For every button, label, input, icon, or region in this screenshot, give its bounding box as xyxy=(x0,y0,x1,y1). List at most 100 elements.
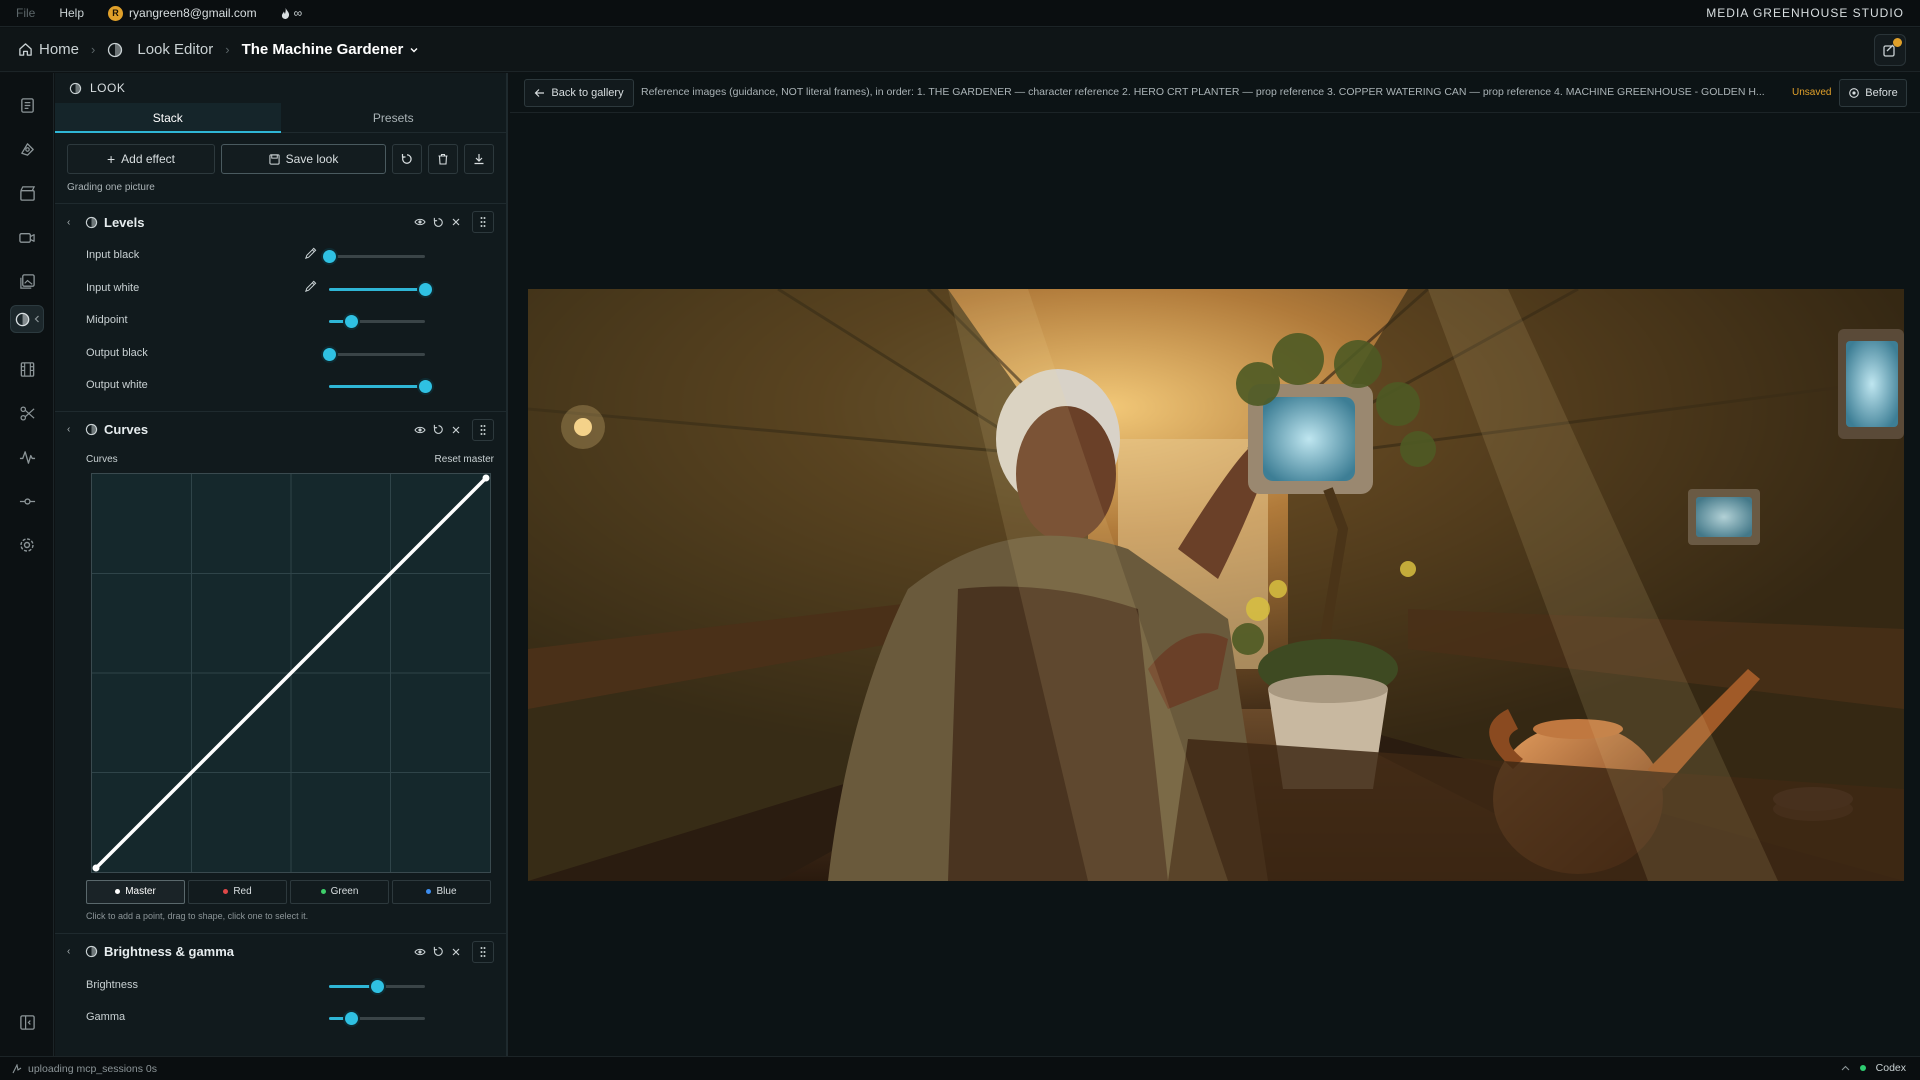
channel-green[interactable]: Green xyxy=(290,879,389,904)
reset-master-button[interactable]: Reset master xyxy=(435,454,494,465)
codex-label[interactable]: Codex xyxy=(1876,1062,1906,1074)
chevron-down-icon xyxy=(410,47,418,52)
before-label: Before xyxy=(1865,87,1898,99)
chevron-left-icon xyxy=(34,315,39,323)
rail-look[interactable] xyxy=(10,305,44,333)
graded-image[interactable] xyxy=(528,289,1904,881)
slider-handle[interactable] xyxy=(371,979,384,993)
slider-midpoint: Midpoint xyxy=(55,305,506,338)
breadcrumb-home[interactable]: Home xyxy=(18,41,79,58)
eyedropper-icon[interactable] xyxy=(304,247,317,260)
download-button[interactable] xyxy=(464,144,494,174)
brightness-header[interactable]: ‹ Brightness & gamma xyxy=(55,934,506,970)
curve-point[interactable] xyxy=(482,474,490,481)
channel-blue[interactable]: Blue xyxy=(392,879,491,904)
rail-gallery[interactable] xyxy=(13,267,41,295)
close-icon[interactable] xyxy=(451,425,461,435)
rail-video[interactable] xyxy=(13,223,41,251)
curves-toolbar: Curves Reset master xyxy=(55,448,506,465)
save-look-button[interactable]: Save look xyxy=(221,144,386,174)
slider-track[interactable] xyxy=(329,380,432,393)
slider-handle[interactable] xyxy=(345,315,359,328)
notifications-button[interactable] xyxy=(1874,34,1906,66)
icon-rail xyxy=(0,73,54,1056)
rail-audio[interactable] xyxy=(13,443,41,471)
channel-label: Red xyxy=(233,886,252,897)
slider-output-black: Output black xyxy=(55,338,506,371)
close-icon[interactable] xyxy=(451,217,461,227)
chevron-up-icon[interactable] xyxy=(1841,1065,1850,1071)
rail-edit[interactable] xyxy=(13,399,41,427)
levels-header[interactable]: ‹ Levels xyxy=(55,204,506,240)
slider-track[interactable] xyxy=(329,1012,425,1025)
slider-handle[interactable] xyxy=(419,282,432,296)
rail-scenes[interactable] xyxy=(13,179,41,207)
slider-track[interactable] xyxy=(329,979,425,993)
drag-handle[interactable] xyxy=(472,418,494,441)
slider-input-black: Input black xyxy=(55,240,506,273)
slider-label: Brightness xyxy=(86,978,138,991)
collapse-panel-button[interactable] xyxy=(13,1008,41,1036)
reset-icon[interactable] xyxy=(433,946,444,957)
credits-indicator[interactable]: ∞ xyxy=(281,6,302,20)
rail-script[interactable] xyxy=(13,91,41,119)
channel-master[interactable]: Master xyxy=(86,879,185,904)
eye-icon[interactable] xyxy=(414,217,426,227)
menu-help[interactable]: Help xyxy=(59,6,84,20)
delete-button[interactable] xyxy=(428,144,458,174)
slider-gamma: Gamma xyxy=(55,1002,506,1035)
menu-file[interactable]: File xyxy=(16,6,35,20)
rail-settings[interactable] xyxy=(13,531,41,559)
breadcrumb-look-editor[interactable]: Look Editor xyxy=(107,41,213,58)
chevron-down-icon[interactable]: ‹ xyxy=(67,217,81,228)
effect-icon xyxy=(85,216,98,228)
brightness-controls: Brightness Gamma xyxy=(55,970,506,1035)
look-panel: LOOK Stack Presets + Add effect Save loo… xyxy=(55,73,508,1056)
slider-track[interactable] xyxy=(323,250,425,263)
slider-track[interactable] xyxy=(329,315,425,328)
slider-handle[interactable] xyxy=(419,380,432,393)
slider-handle[interactable] xyxy=(323,347,336,361)
channel-label: Blue xyxy=(436,886,457,897)
curves-graph[interactable] xyxy=(92,473,490,872)
status-text: uploading mcp_sessions 0s xyxy=(28,1062,157,1075)
look-icon xyxy=(15,312,29,326)
user-account[interactable]: R ryangreen8@gmail.com xyxy=(108,5,257,21)
levels-title: Levels xyxy=(104,214,145,230)
close-icon[interactable] xyxy=(451,947,461,957)
eye-icon[interactable] xyxy=(414,947,426,957)
reset-icon[interactable] xyxy=(433,424,444,435)
eye-icon xyxy=(1849,88,1860,98)
rail-characters[interactable] xyxy=(13,135,41,163)
chevron-down-icon[interactable]: ‹ xyxy=(67,424,81,435)
drag-handle[interactable] xyxy=(472,211,494,233)
tab-stack[interactable]: Stack xyxy=(55,103,281,133)
rail-commits[interactable] xyxy=(13,487,41,515)
add-effect-button[interactable]: + Add effect xyxy=(67,144,215,174)
curve-point[interactable] xyxy=(92,864,100,871)
reset-icon xyxy=(401,154,412,164)
slider-handle[interactable] xyxy=(323,250,336,263)
back-to-gallery-button[interactable]: Back to gallery xyxy=(524,79,634,107)
before-toggle-button[interactable]: Before xyxy=(1839,79,1907,107)
tab-presets[interactable]: Presets xyxy=(281,103,507,132)
reset-button[interactable] xyxy=(392,144,422,174)
breadcrumb-project[interactable]: The Machine Gardener xyxy=(242,41,420,58)
curves-header[interactable]: ‹ Curves xyxy=(55,412,506,448)
curves-editor[interactable] xyxy=(91,472,491,873)
eyedropper-icon[interactable] xyxy=(304,280,317,293)
notification-badge xyxy=(1893,38,1902,47)
slider-handle[interactable] xyxy=(345,1012,359,1025)
eye-icon[interactable] xyxy=(414,425,426,435)
channel-red[interactable]: Red xyxy=(188,879,287,904)
drag-handle[interactable] xyxy=(472,940,494,963)
reset-icon[interactable] xyxy=(433,217,444,228)
slider-track[interactable] xyxy=(323,347,425,361)
slider-track[interactable] xyxy=(329,282,432,296)
channel-label: Green xyxy=(330,886,359,897)
chevron-down-icon[interactable]: ‹ xyxy=(67,946,81,957)
clapperboard-icon xyxy=(19,185,35,201)
rail-timeline[interactable] xyxy=(13,355,41,383)
images-icon xyxy=(19,273,35,289)
curves-hint: Click to add a point, drag to shape, cli… xyxy=(86,910,309,921)
